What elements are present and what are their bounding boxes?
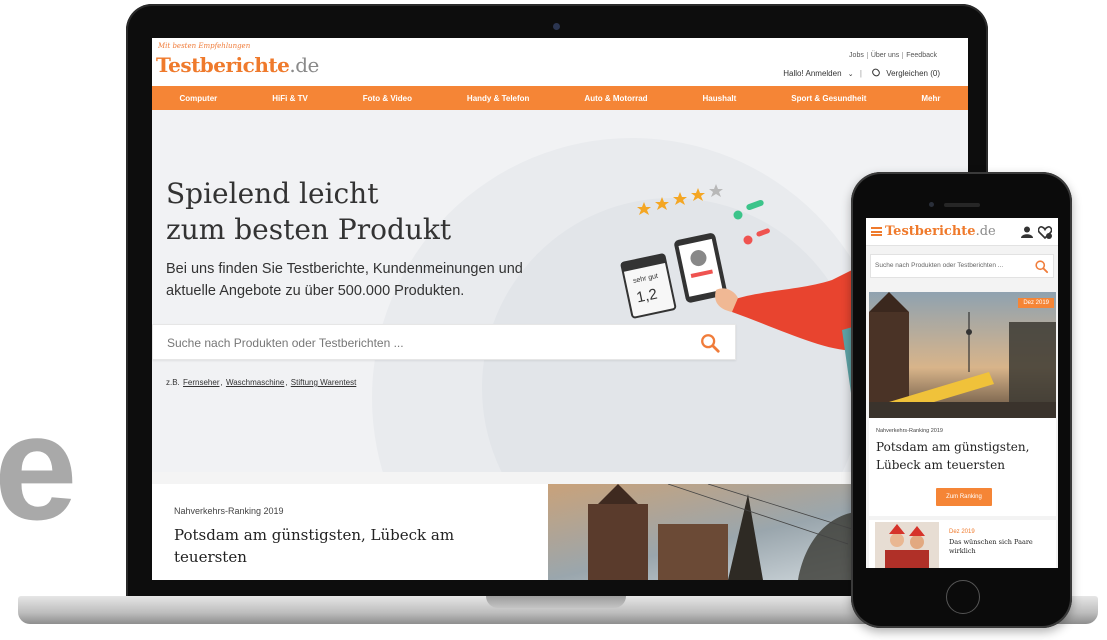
phone-screen: Testberichte.de Suche nach Produkten ode… xyxy=(866,218,1058,568)
hero-subtitle: Bei uns finden Sie Testberichte, Kundenm… xyxy=(166,261,523,299)
user-links: Hallo! Anmelden ⌄ | Vergleichen (0) xyxy=(779,67,940,78)
zum-ranking-button[interactable]: Zum Ranking xyxy=(936,488,992,506)
site-tagline: Mit besten Empfehlungen xyxy=(158,42,251,50)
phone-home-button[interactable] xyxy=(946,580,980,614)
mobile-article-image[interactable] xyxy=(869,292,1056,418)
hero-section: Spielend leicht zum besten Produkt Bei un… xyxy=(152,110,968,472)
link-feedback[interactable]: Feedback xyxy=(902,52,940,59)
link-jobs[interactable]: Jobs xyxy=(846,52,867,59)
logo-tld: .de xyxy=(289,53,319,77)
hero-title-line1: Spielend leicht xyxy=(166,177,379,210)
article-title[interactable]: Potsdam am günstigsten, Lübeck am teuers… xyxy=(174,524,494,568)
mobile-article-card-2[interactable]: Dez 2019 Das wünschen sich Paare wirklic… xyxy=(869,520,1056,568)
main-nav: Computer HiFi & TV Foto & Video Handy & … xyxy=(152,86,968,110)
site-header: Mit besten Empfehlungen Testberichte.de … xyxy=(152,38,968,86)
mobile-logo-main: Testberichte xyxy=(885,224,976,239)
rating-stars-icon xyxy=(637,184,723,215)
nav-foto-video[interactable]: Foto & Video xyxy=(363,94,412,103)
phone-camera xyxy=(929,202,934,207)
logo-main: Testberichte xyxy=(156,53,290,77)
examples-prefix: z.B. xyxy=(166,378,180,387)
mobile-search-input[interactable]: Suche nach Produkten oder Testberichten … xyxy=(875,262,1003,269)
laptop-screen: Mit besten Empfehlungen Testberichte.de … xyxy=(152,38,968,580)
laptop-notch xyxy=(486,596,626,608)
login-link[interactable]: Hallo! Anmelden xyxy=(783,69,841,78)
phone-speaker xyxy=(944,203,980,207)
article-kicker: Nahverkehrs-Ranking 2019 xyxy=(174,506,284,516)
mobile-header: Testberichte.de xyxy=(866,218,1058,246)
example-stiftung-warentest[interactable]: Stiftung Warentest xyxy=(291,378,357,387)
example-waschmaschine[interactable]: Waschmaschine xyxy=(226,378,284,387)
mobile-logo-tld: .de xyxy=(975,224,996,239)
nav-hifi-tv[interactable]: HiFi & TV xyxy=(272,94,308,103)
search-examples: z.B. Fernseher, Waschmaschine, Stiftung … xyxy=(166,378,357,387)
chevron-down-icon[interactable]: ⌄ xyxy=(848,71,854,78)
search-input[interactable]: Suche nach Produkten oder Testberichten … xyxy=(167,336,404,350)
mobile-article-title[interactable]: Potsdam am günstigsten, Lübeck am teuers… xyxy=(876,438,1046,474)
laptop-camera xyxy=(553,23,560,30)
nav-sport-gesundheit[interactable]: Sport & Gesundheit xyxy=(791,94,866,103)
mobile-logo[interactable]: Testberichte.de xyxy=(885,224,996,239)
heart-icon[interactable] xyxy=(1038,226,1052,239)
nav-handy-telefon[interactable]: Handy & Telefon xyxy=(467,94,530,103)
featured-article[interactable]: Nahverkehrs-Ranking 2019 Potsdam am güns… xyxy=(152,484,968,580)
search-bar[interactable]: Suche nach Produkten oder Testberichten … xyxy=(152,324,736,360)
nav-haushalt[interactable]: Haushalt xyxy=(703,94,737,103)
site-logo[interactable]: Testberichte.de xyxy=(156,53,319,77)
search-icon[interactable] xyxy=(1034,259,1049,274)
mobile-article-2-title[interactable]: Das wünschen sich Paare wirklich xyxy=(949,538,1049,556)
hero-title: Spielend leicht zum besten Produkt xyxy=(166,176,546,248)
top-links: Jobs Über uns Feedback xyxy=(846,52,940,59)
search-icon[interactable] xyxy=(699,332,721,354)
mobile-article-thumbnail[interactable] xyxy=(875,522,939,568)
mobile-article-card[interactable]: Nahverkehrs-Ranking 2019 Potsdam am güns… xyxy=(869,418,1056,516)
hamburger-menu-icon[interactable] xyxy=(871,227,882,236)
user-icon[interactable] xyxy=(1021,226,1033,238)
compare-link[interactable]: Vergleichen (0) xyxy=(868,67,940,78)
nav-auto-motorrad[interactable]: Auto & Motorrad xyxy=(584,94,647,103)
link-about[interactable]: Über uns xyxy=(866,52,903,59)
background-letter: e xyxy=(0,383,78,551)
hero-title-line2: zum besten Produkt xyxy=(166,213,452,246)
mobile-article-2-date: Dez 2019 xyxy=(949,529,975,535)
mobile-search-bar[interactable]: Suche nach Produkten oder Testberichten … xyxy=(870,254,1054,278)
example-fernseher[interactable]: Fernseher xyxy=(183,378,219,387)
mobile-article-kicker: Nahverkehrs-Ranking 2019 xyxy=(876,428,943,434)
date-badge: Dez 2019 xyxy=(1018,298,1054,308)
nav-mehr[interactable]: Mehr xyxy=(921,94,940,103)
heart-icon xyxy=(870,67,882,78)
compare-label: Vergleichen (0) xyxy=(886,69,940,78)
divider: | xyxy=(859,69,862,78)
nav-computer[interactable]: Computer xyxy=(179,94,217,103)
